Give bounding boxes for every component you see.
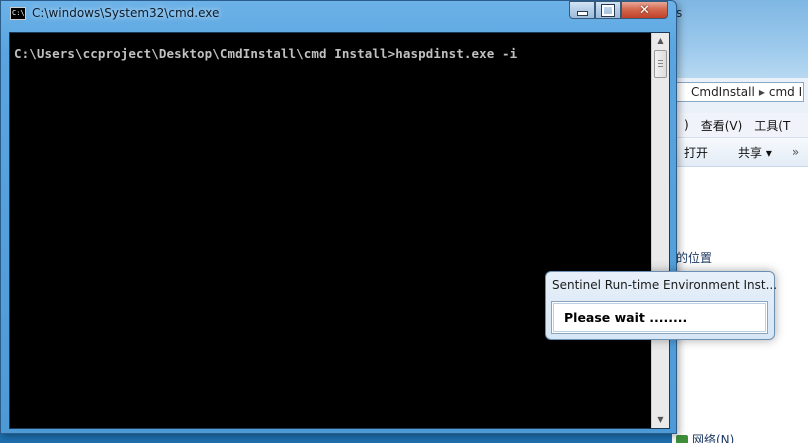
network-item[interactable]: 网络(N) xyxy=(676,431,734,443)
open-button[interactable]: 打开 xyxy=(684,144,708,161)
cmd-app-icon[interactable]: C:\ xyxy=(10,7,26,20)
breadcrumb-separator-icon[interactable]: ▸ xyxy=(759,85,765,99)
menu-tools[interactable]: 工具(T xyxy=(754,117,790,134)
breadcrumb-cmd-install[interactable]: cmd I xyxy=(769,85,802,99)
thumb-grip xyxy=(658,66,663,67)
menu-view[interactable]: 查看(V) xyxy=(701,117,743,134)
thumb-grip xyxy=(658,60,663,61)
network-label: 网络(N) xyxy=(692,433,735,443)
explorer-address-bar[interactable]: CmdInstall ▸ cmd I xyxy=(676,82,804,102)
window-controls: ✕ xyxy=(569,1,668,19)
maximize-icon xyxy=(601,3,615,17)
close-icon: ✕ xyxy=(639,2,650,18)
maximize-button[interactable] xyxy=(595,1,621,19)
network-icon xyxy=(676,434,688,443)
close-button[interactable]: ✕ xyxy=(621,1,668,19)
console-area[interactable]: C:\Users\ccproject\Desktop\CmdInstall\cm… xyxy=(9,32,670,429)
scroll-up-icon[interactable]: ▲ xyxy=(652,33,669,49)
explorer-menubar: ) 查看(V) 工具(T xyxy=(672,113,808,138)
scrollbar-thumb[interactable] xyxy=(654,50,667,78)
thumb-grip xyxy=(658,63,663,64)
menu-fragment[interactable]: ) xyxy=(684,118,689,132)
minimize-icon xyxy=(576,11,588,16)
please-wait-message: Please wait ........ xyxy=(564,310,688,325)
toolbar-overflow-icon[interactable]: » xyxy=(792,145,799,159)
cmd-window: C:\ C:\windows\System32\cmd.exe ✕ C:\Use… xyxy=(0,0,677,434)
dialog-message-box: Please wait ........ xyxy=(551,301,768,334)
installer-dialog: Sentinel Run-time Environment Inst... Pl… xyxy=(545,271,778,340)
explorer-titlebar: s xyxy=(672,0,808,78)
window-title: C:\windows\System32\cmd.exe xyxy=(32,6,220,20)
vertical-scrollbar[interactable]: ▲ ▼ xyxy=(651,33,669,428)
breadcrumb-cmdinstall[interactable]: CmdInstall xyxy=(691,85,755,99)
dialog-title: Sentinel Run-time Environment Inst... xyxy=(552,278,778,292)
scroll-down-icon[interactable]: ▼ xyxy=(652,412,669,428)
command-prompt-line: C:\Users\ccproject\Desktop\CmdInstall\cm… xyxy=(14,46,518,61)
background-bottom-strip xyxy=(0,434,600,443)
explorer-toolbar: 打开 共享 ▾ » xyxy=(672,138,808,167)
location-label[interactable]: 的位置 xyxy=(676,249,712,266)
explorer-window: s CmdInstall ▸ cmd I ) 查看(V) 工具(T 打开 共享 … xyxy=(672,0,808,443)
minimize-button[interactable] xyxy=(569,1,595,19)
share-button[interactable]: 共享 ▾ xyxy=(738,144,772,161)
